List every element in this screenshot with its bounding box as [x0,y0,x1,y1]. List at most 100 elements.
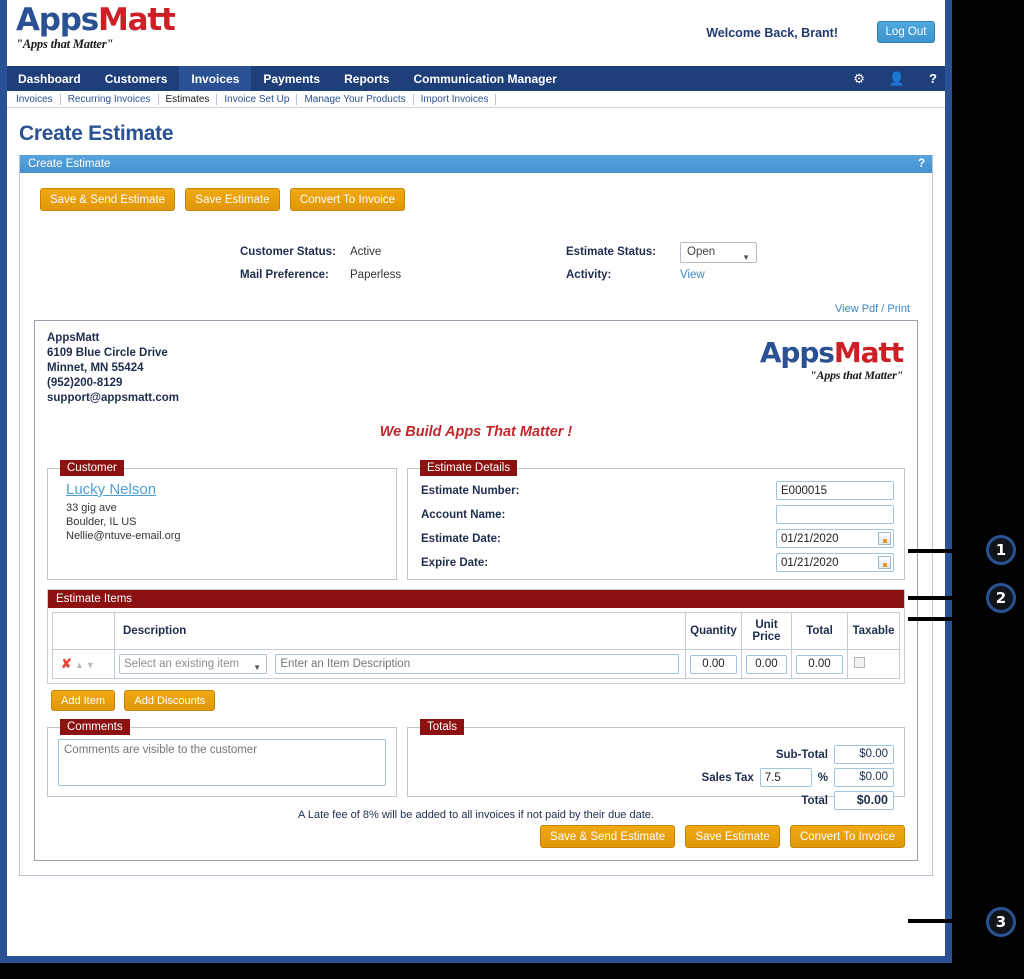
nav-item-invoices[interactable]: Invoices [179,66,252,91]
nav-item-payments[interactable]: Payments [251,66,332,91]
column-header-unit-price: Unit Price [741,612,792,650]
panel-help-icon[interactable]: ? [918,158,925,170]
column-header-actions [52,612,115,650]
save-and-send-estimate-button-top[interactable]: Save & Send Estimate [40,188,176,211]
view-pdf-print-link[interactable]: View Pdf / Print [835,303,910,315]
expire-date-row: Expire Date: [418,553,894,572]
row-actions-cell: ✘ ▲ ▼ [52,649,115,679]
save-and-send-estimate-button-bottom[interactable]: Save & Send Estimate [540,825,676,848]
existing-item-select-value: Select an existing item [124,658,240,670]
customer-legend: Customer [60,460,124,476]
sales-tax-row: Sales Tax % $0.00 [418,768,894,787]
arrow-up-icon[interactable]: ▲ [75,660,84,670]
panel-header-title: Create Estimate [28,158,111,170]
estimate-status-label: Estimate Status: [566,246,657,258]
delete-x-icon[interactable]: ✘ [61,656,72,671]
activity-label: Activity: [566,269,612,281]
gear-icon[interactable]: ⚙ [853,72,865,85]
callout-marker-1: 1 [986,535,1016,565]
sub-total-label: Sub-Total [775,748,828,761]
mail-preference-value: Paperless [350,269,402,281]
mail-preference-label: Mail Preference: [240,269,329,281]
line-total-input[interactable] [796,654,843,674]
subnav-item-invoice-set-up[interactable]: Invoice Set Up [217,93,298,105]
customer-status-label: Customer Status: [240,246,336,258]
sub-total-row: Sub-Total $0.00 [418,745,894,764]
top-header-bar: AppsMatt "Apps that Matter" Welcome Back… [7,0,945,66]
estimate-date-label: Estimate Date: [421,532,501,545]
comments-textarea[interactable] [58,739,386,786]
table-row: ✘ ▲ ▼ Select an existing item ▼ [52,649,900,679]
estimate-document: AppsMatt 6109 Blue Circle Drive Minnet, … [34,320,918,861]
nav-icon-group: ⚙ 👤 ? [853,66,937,91]
customer-name-link[interactable]: Lucky Nelson [66,481,386,498]
activity-view-link[interactable]: View [680,269,705,281]
nav-item-customers[interactable]: Customers [93,66,180,91]
estimate-status-select[interactable]: Open ▼ [680,242,757,263]
document-logo-primary: Apps [759,336,835,369]
document-logo-secondary: Matt [833,336,904,369]
callout-leader-1 [908,549,980,553]
chevron-down-icon: ▼ [742,253,750,262]
callout-number-3: 3 [995,913,1007,931]
brand-logo: AppsMatt "Apps that Matter" [16,2,176,52]
logo-text-primary: Apps [16,2,99,38]
customer-city-state: Boulder, IL US [66,516,137,528]
estimate-details-fieldset: Estimate Details Estimate Number: Accoun… [407,460,905,580]
callout-number-1: 1 [995,541,1007,559]
callout-leader-2 [908,596,980,600]
sales-tax-rate-input[interactable] [759,768,812,787]
totals-legend: Totals [420,719,465,735]
add-discounts-button[interactable]: Add Discounts [124,690,216,711]
estimate-number-row: Estimate Number: [418,481,894,500]
subnav-item-manage-your-products[interactable]: Manage Your Products [297,93,414,105]
column-header-description: Description [114,612,686,650]
estimate-number-input[interactable] [776,481,894,500]
column-header-quantity: Quantity [685,612,742,650]
subnav-item-import-invoices[interactable]: Import Invoices [414,93,497,105]
subnav-item-estimates[interactable]: Estimates [159,93,218,105]
nav-item-dashboard[interactable]: Dashboard [7,66,93,91]
existing-item-select[interactable]: Select an existing item ▼ [119,654,267,674]
bottom-toolbar: Save & Send Estimate Save Estimate Conve… [47,821,905,850]
nav-item-communication-manager[interactable]: Communication Manager [401,66,568,91]
callout-leader-2b [908,617,980,621]
account-name-label: Account Name: [421,508,506,521]
subnav-item-invoices[interactable]: Invoices [16,93,61,105]
row-total-cell [791,649,848,679]
main-navigation: Dashboard Customers Invoices Payments Re… [7,66,945,91]
logout-button[interactable]: Log Out [877,21,935,43]
account-name-input[interactable] [776,505,894,524]
add-item-button[interactable]: Add Item [51,690,116,711]
customer-address: 33 gig ave [66,502,117,514]
subnav-item-recurring-invoices[interactable]: Recurring Invoices [61,93,159,105]
arrow-down-icon[interactable]: ▼ [86,660,95,670]
logo-text-secondary: Matt [98,2,176,38]
calendar-icon-estimate-date[interactable] [878,532,891,545]
estimate-items-section: Estimate Items Description Quantity Unit… [47,589,905,684]
convert-to-invoice-button-bottom[interactable]: Convert To Invoice [789,825,905,848]
calendar-icon-expire-date[interactable] [878,556,891,569]
status-summary: Customer Status: Active Mail Preference:… [30,242,922,293]
save-estimate-button-top[interactable]: Save Estimate [185,188,280,211]
save-estimate-button-bottom[interactable]: Save Estimate [685,825,780,848]
taxable-checkbox[interactable] [854,657,865,668]
quantity-input[interactable] [690,654,737,674]
user-icon[interactable]: 👤 [889,72,905,85]
unit-price-input[interactable] [746,654,787,674]
customer-fieldset: Customer Lucky Nelson 33 gig ave Boulder… [47,460,397,580]
nav-item-reports[interactable]: Reports [332,66,401,91]
application-page: AppsMatt "Apps that Matter" Welcome Back… [0,0,952,963]
company-email: support@appsmatt.com [47,392,179,404]
sales-tax-value: $0.00 [834,768,894,787]
item-description-input[interactable] [275,654,680,674]
estimate-date-input[interactable] [776,529,894,548]
panel-header: Create Estimate ? [20,155,932,173]
callout-marker-3: 3 [986,907,1016,937]
expire-date-input[interactable] [776,553,894,572]
document-logo: AppsMatt "Apps that Matter" [759,336,904,383]
estimate-date-row: Estimate Date: [418,529,894,548]
convert-to-invoice-button-top[interactable]: Convert To Invoice [289,188,405,211]
callout-number-2: 2 [995,589,1007,607]
help-icon[interactable]: ? [929,72,937,85]
